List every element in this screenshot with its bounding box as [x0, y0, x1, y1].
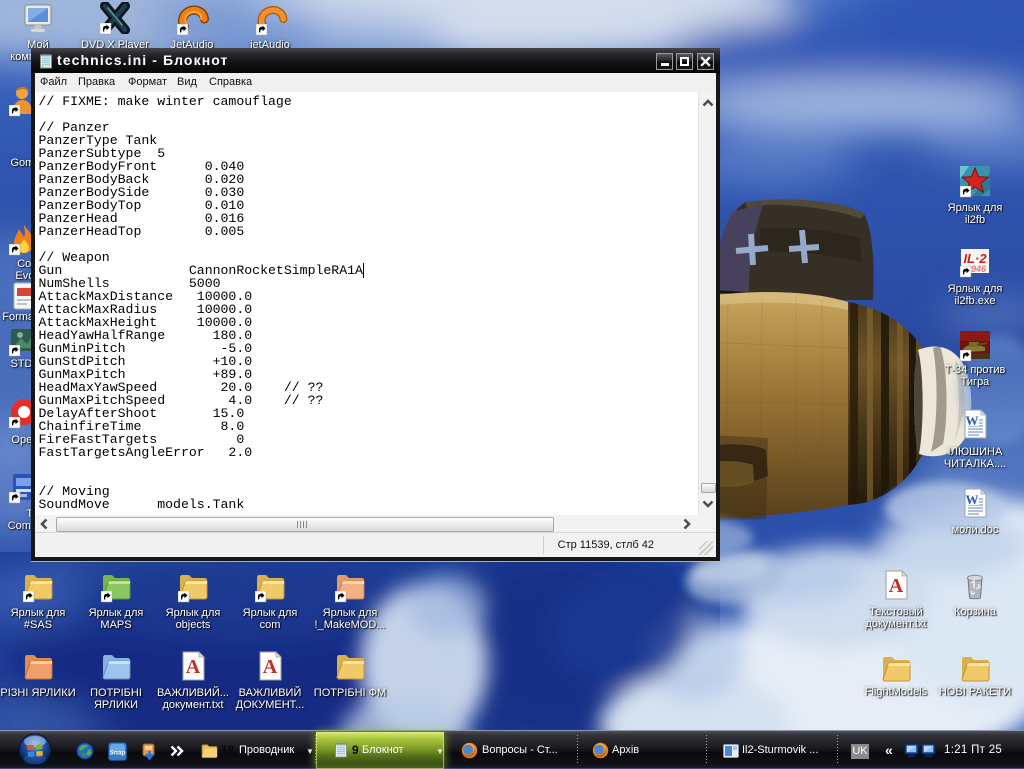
svg-text:Snap: Snap: [110, 750, 126, 757]
